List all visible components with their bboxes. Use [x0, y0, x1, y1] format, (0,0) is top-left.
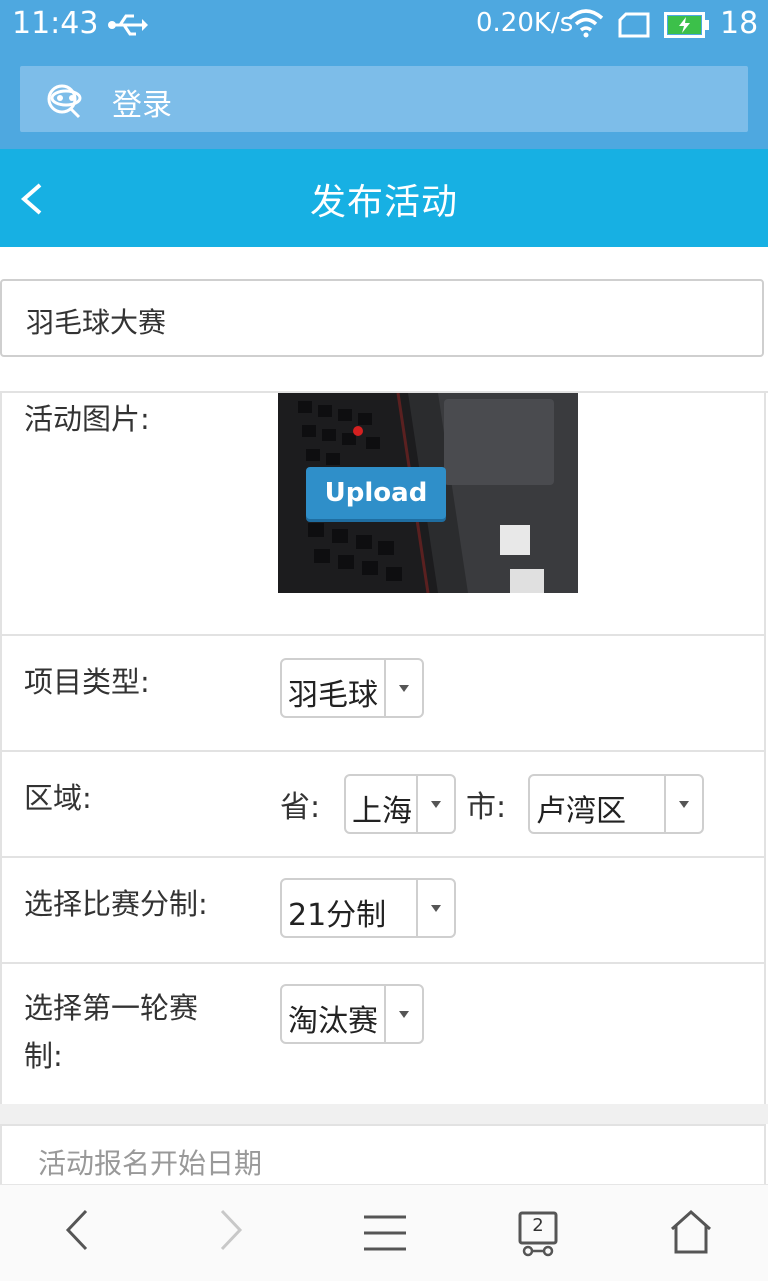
- address-text: 登录: [112, 88, 172, 123]
- dropdown-arrow-icon: [384, 986, 422, 1042]
- incognito-mask-icon: [46, 82, 92, 124]
- city-select[interactable]: 卢湾区: [528, 774, 704, 834]
- form-table: 活动图片: Upload 项目类型: 羽毛球 区域: 省: 上海 市: 卢湾区 …: [0, 391, 768, 1106]
- publish-activity-form: 羽毛球大赛 活动图片: Upload 项目类型: 羽毛球 区域: 省: 上海 市…: [0, 247, 768, 1184]
- home-icon[interactable]: [668, 1209, 714, 1259]
- province-select[interactable]: 上海: [344, 774, 456, 834]
- sport-type-select[interactable]: 羽毛球: [280, 658, 424, 718]
- dropdown-arrow-icon: [416, 880, 454, 936]
- first-round-select[interactable]: 淘汰赛: [280, 984, 424, 1044]
- sport-type-row: 项目类型: 羽毛球: [0, 636, 766, 752]
- usb-icon: [106, 10, 148, 44]
- first-round-label: 选择第一轮赛制:: [24, 991, 199, 1073]
- browser-bottom-nav: 2: [0, 1184, 768, 1281]
- status-bar: 11:43 0.20K/s 18: [0, 0, 768, 52]
- region-row: 区域: 省: 上海 市: 卢湾区: [0, 752, 766, 858]
- scoring-row: 选择比赛分制: 21分制: [0, 858, 766, 964]
- image-row: 活动图片: Upload: [0, 393, 766, 636]
- scoring-label: 选择比赛分制:: [24, 887, 208, 921]
- browser-toolbar: 登录: [0, 52, 768, 149]
- first-round-row: 选择第一轮赛制: 淘汰赛: [0, 964, 766, 1106]
- upload-button[interactable]: Upload: [306, 467, 446, 519]
- image-label: 活动图片:: [24, 402, 150, 436]
- app-header: 发布活动: [0, 149, 768, 247]
- start-date-placeholder: 活动报名开始日期: [38, 1147, 263, 1180]
- first-round-value: 淘汰赛: [288, 1004, 378, 1039]
- city-label: 市:: [466, 790, 507, 825]
- battery-percent: 18: [720, 6, 759, 41]
- activity-name-value: 羽毛球大赛: [26, 306, 167, 339]
- nav-forward-icon[interactable]: [216, 1207, 246, 1257]
- city-value: 卢湾区: [536, 794, 626, 829]
- province-label: 省:: [280, 790, 321, 825]
- page-title: 发布活动: [309, 182, 458, 223]
- dropdown-arrow-icon: [384, 660, 422, 716]
- nav-back-icon[interactable]: [62, 1207, 92, 1257]
- net-speed: 0.20K/s: [476, 8, 574, 38]
- menu-icon[interactable]: [362, 1213, 408, 1257]
- sim-card-icon: [618, 12, 650, 42]
- dropdown-arrow-icon: [664, 776, 702, 832]
- start-date-input[interactable]: 活动报名开始日期: [0, 1124, 766, 1184]
- region-label: 区域:: [24, 781, 92, 815]
- address-bar[interactable]: 登录: [20, 66, 748, 132]
- status-time: 11:43: [12, 6, 99, 41]
- scoring-value: 21分制: [288, 898, 387, 933]
- tabs-icon[interactable]: 2: [516, 1211, 562, 1261]
- activity-name-input[interactable]: 羽毛球大赛: [0, 279, 764, 357]
- sport-type-label: 项目类型:: [24, 665, 150, 699]
- province-value: 上海: [352, 794, 412, 829]
- battery-icon: [664, 12, 710, 42]
- dropdown-arrow-icon: [416, 776, 454, 832]
- sport-type-value: 羽毛球: [288, 678, 378, 713]
- tabs-count: 2: [532, 1215, 544, 1236]
- scoring-select[interactable]: 21分制: [280, 878, 456, 938]
- wifi-icon: [568, 8, 604, 42]
- section-divider: [0, 1104, 768, 1124]
- activity-photo: Upload: [278, 393, 578, 593]
